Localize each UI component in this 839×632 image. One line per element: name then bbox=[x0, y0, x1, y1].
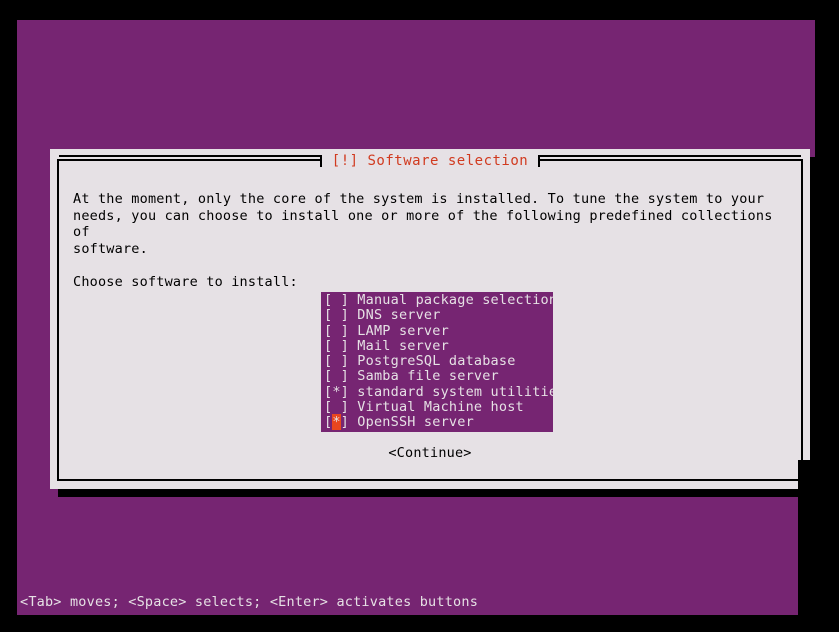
list-item-label: PostgreSQL database bbox=[348, 353, 516, 370]
prompt-paragraph: Choose software to install: bbox=[73, 273, 298, 290]
keyboard-help-statusbar: <Tab> moves; <Space> selects; <Enter> ac… bbox=[20, 594, 479, 610]
list-item[interactable]: [ ] Mail server bbox=[321, 337, 553, 354]
checkbox-unchecked-icon[interactable]: [ ] bbox=[324, 292, 349, 308]
checkbox-checked-icon[interactable]: [*] bbox=[324, 384, 349, 400]
checkbox-unchecked-icon[interactable]: [ ] bbox=[324, 338, 349, 354]
title-rule-left bbox=[59, 155, 322, 167]
dialog-body-text: At the moment, only the core of the syst… bbox=[73, 191, 787, 291]
installer-screen: [!] Software selection At the moment, on… bbox=[0, 0, 839, 632]
continue-button[interactable]: <Continue> bbox=[388, 445, 472, 461]
list-item[interactable]: [ ] Manual package selection bbox=[321, 292, 557, 308]
list-item-label: Virtual Machine host bbox=[348, 399, 524, 416]
checkbox-unchecked-icon[interactable]: [ ] bbox=[324, 353, 349, 369]
list-item-label: LAMP server bbox=[348, 322, 449, 339]
list-item-label: standard system utilities bbox=[348, 383, 566, 400]
checkbox-unchecked-icon[interactable]: [ ] bbox=[324, 307, 349, 323]
software-selection-dialog: [!] Software selection At the moment, on… bbox=[50, 149, 810, 489]
list-item-label: Mail server bbox=[348, 337, 449, 354]
software-selection-list[interactable]: [ ] Manual package selection[ ] DNS serv… bbox=[321, 292, 565, 432]
list-item-label: Samba file server bbox=[348, 368, 499, 385]
list-item-label: Manual package selection bbox=[348, 292, 558, 308]
list-item[interactable]: [*] standard system utilities bbox=[321, 384, 565, 400]
list-item[interactable]: [ ] Virtual Machine host bbox=[321, 399, 553, 416]
intro-paragraph: At the moment, only the core of the syst… bbox=[73, 191, 773, 257]
list-item-label: OpenSSH server bbox=[348, 414, 474, 431]
list-item[interactable]: [ ] LAMP server bbox=[321, 322, 553, 339]
dialog-inner-frame: [!] Software selection At the moment, on… bbox=[57, 154, 803, 481]
title-rule-right bbox=[538, 155, 801, 167]
checkbox-checked-icon[interactable]: [*] bbox=[324, 414, 349, 431]
checkbox-unchecked-icon[interactable]: [ ] bbox=[324, 323, 349, 339]
dialog-actions: <Continue> bbox=[59, 442, 801, 461]
dialog-titlebar: [!] Software selection bbox=[59, 151, 801, 171]
checkbox-unchecked-icon[interactable]: [ ] bbox=[324, 369, 349, 385]
page-title: [!] Software selection bbox=[321, 154, 539, 168]
checkbox-unchecked-icon[interactable]: [ ] bbox=[324, 399, 349, 415]
list-item[interactable]: [ ] Samba file server bbox=[321, 368, 553, 385]
list-item[interactable]: [*] OpenSSH server bbox=[321, 414, 553, 431]
list-cursor-highlight: * bbox=[332, 414, 341, 431]
list-item[interactable]: [ ] PostgreSQL database bbox=[321, 353, 553, 370]
list-item-label: DNS server bbox=[348, 307, 441, 324]
console-area: [!] Software selection At the moment, on… bbox=[17, 20, 818, 615]
console-edge-notch bbox=[798, 460, 822, 615]
list-item[interactable]: [ ] DNS server bbox=[321, 307, 553, 324]
